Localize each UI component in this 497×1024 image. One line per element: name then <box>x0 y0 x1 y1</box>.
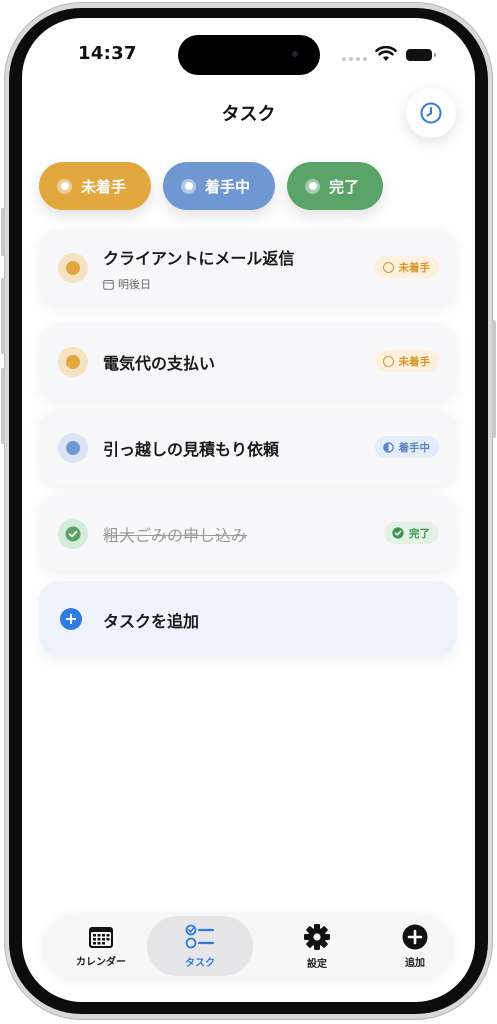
status-badge: 未着手 <box>374 256 439 278</box>
tab-settings[interactable]: 設定 <box>282 913 352 979</box>
status-badge-label: 完了 <box>409 527 430 540</box>
task-status-toggle[interactable] <box>58 433 88 463</box>
status-dot-icon <box>66 441 80 455</box>
status-badge: 着手中 <box>374 436 439 458</box>
filter-chip-doing[interactable]: 着手中 <box>163 162 275 210</box>
task-due-label: 明後日 <box>118 278 151 291</box>
tab-bar: カレンダー タスク 設定 追加 <box>44 913 452 979</box>
radio-icon <box>57 178 72 194</box>
status-bar: 14:37 <box>22 18 475 88</box>
task-status-toggle[interactable] <box>58 347 88 377</box>
task-row[interactable]: 電気代の支払い 未着手 <box>39 323 457 399</box>
circle-outline-icon <box>382 355 394 367</box>
tab-label: カレンダー <box>76 956 126 968</box>
filter-chip-todo[interactable]: 未着手 <box>39 162 151 210</box>
calendar-icon <box>89 926 113 948</box>
status-badge-label: 未着手 <box>398 261 431 274</box>
add-task-button[interactable]: + タスクを追加 <box>39 581 457 657</box>
radio-icon <box>181 178 196 194</box>
status-time: 14:37 <box>78 43 137 64</box>
tab-label: タスク <box>185 957 215 969</box>
half-circle-icon <box>382 441 394 453</box>
cellular-signal-icon <box>342 57 367 61</box>
tab-tasks[interactable]: タスク <box>147 916 253 976</box>
side-button <box>1 368 5 444</box>
tab-add[interactable]: 追加 <box>380 913 450 979</box>
camera-icon <box>292 51 298 57</box>
status-filters: 未着手 着手中 完了 <box>39 162 383 210</box>
check-circle-icon <box>392 527 404 539</box>
tab-calendar[interactable]: カレンダー <box>66 913 136 979</box>
tab-label: 追加 <box>405 957 425 969</box>
clock-icon <box>420 102 442 124</box>
battery-icon <box>406 49 436 61</box>
task-row[interactable]: クライアントにメール返信 明後日 未着手 <box>39 229 457 305</box>
wifi-icon <box>375 46 397 61</box>
status-badge-label: 着手中 <box>398 441 431 454</box>
status-badge: 完了 <box>384 522 439 544</box>
filter-chip-label: 着手中 <box>205 177 251 196</box>
status-dot-icon <box>66 261 80 275</box>
gear-icon <box>304 923 330 950</box>
radio-icon <box>305 178 320 194</box>
tab-label: 設定 <box>307 958 327 970</box>
status-badge: 未着手 <box>374 350 439 372</box>
task-row[interactable]: 粗大ごみの申し込み 完了 <box>39 495 457 571</box>
status-dot-icon <box>66 355 80 369</box>
dynamic-island <box>178 35 320 75</box>
filter-chip-done[interactable]: 完了 <box>287 162 383 210</box>
circle-outline-icon <box>382 261 394 273</box>
check-circle-icon <box>65 526 81 542</box>
checklist-icon <box>185 924 215 948</box>
task-status-toggle[interactable] <box>58 253 88 283</box>
add-task-label: タスクを追加 <box>103 612 200 631</box>
task-status-toggle[interactable] <box>58 519 88 549</box>
filter-chip-label: 完了 <box>329 177 360 196</box>
status-badge-label: 未着手 <box>398 355 431 368</box>
filter-chip-label: 未着手 <box>81 177 127 196</box>
task-due: 明後日 <box>103 276 151 292</box>
side-button <box>1 208 5 256</box>
task-title: クライアントにメール返信 <box>103 249 295 268</box>
task-row[interactable]: 引っ越しの見積もり依頼 着手中 <box>39 409 457 485</box>
calendar-icon <box>103 279 114 290</box>
task-title: 引っ越しの見積もり依頼 <box>103 440 280 459</box>
task-title: 粗大ごみの申し込み <box>103 526 248 545</box>
side-button <box>492 320 496 438</box>
plus-icon: + <box>60 608 82 630</box>
side-button <box>1 278 5 354</box>
plus-circle-icon <box>402 924 428 949</box>
history-button[interactable] <box>406 88 456 138</box>
app-screen: 14:37 タスク 未着手 着手中 完了 クライアントにメール返信 明後日 未着… <box>22 18 475 1002</box>
task-title: 電気代の支払い <box>103 354 216 373</box>
